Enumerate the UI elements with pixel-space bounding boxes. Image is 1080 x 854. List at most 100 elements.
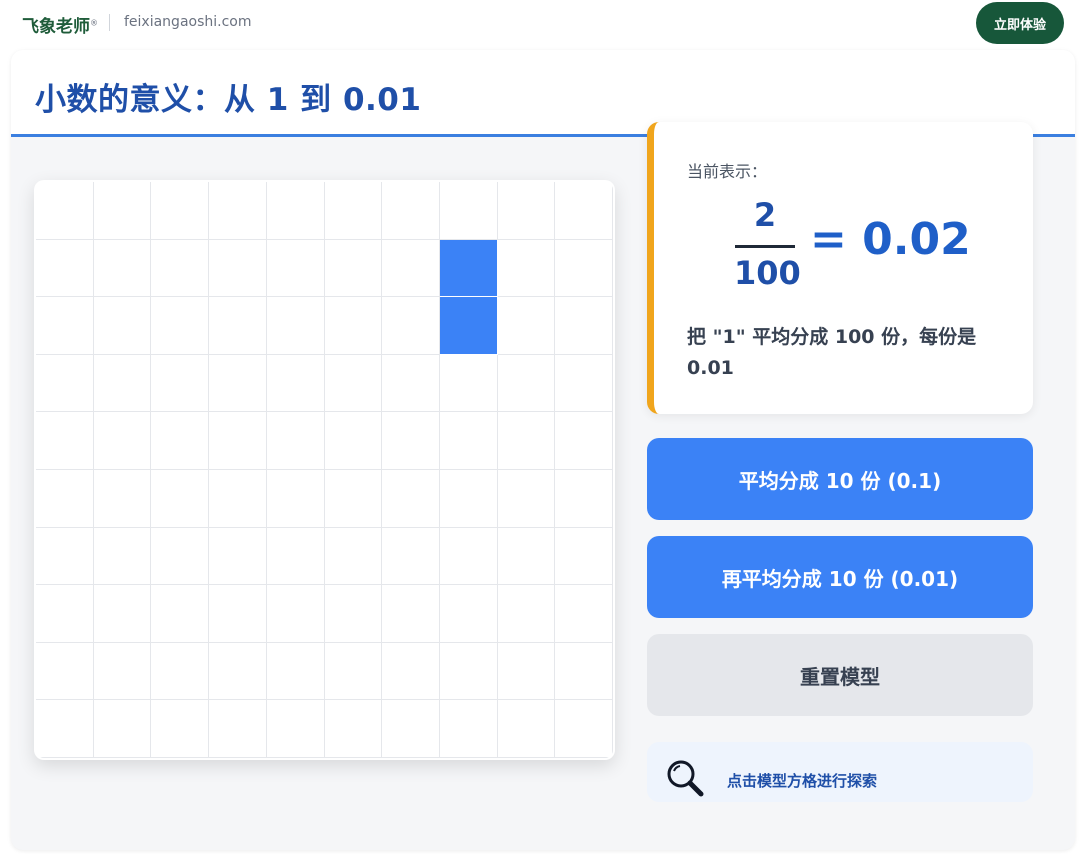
grid-cell[interactable] [209,527,267,586]
grid-cell[interactable] [266,412,325,470]
grid-cell[interactable] [266,527,325,586]
grid-cell[interactable] [209,585,267,643]
grid-cell[interactable] [382,700,440,758]
grid-cell[interactable] [382,585,440,643]
grid-cell[interactable] [555,469,613,528]
grid-cell[interactable] [439,354,498,413]
grid-cell[interactable] [36,585,94,643]
grid-cell[interactable] [324,239,383,298]
grid-cell-filled[interactable] [439,297,498,355]
grid-cell[interactable] [266,182,325,240]
grid-cell[interactable] [151,527,210,586]
grid-cell[interactable] [151,239,210,298]
grid-cell[interactable] [93,469,152,528]
grid-cell[interactable] [209,354,267,413]
grid-cell[interactable] [151,469,210,528]
grid-cell[interactable] [36,642,94,701]
grid-cell[interactable] [324,354,383,413]
grid-cell[interactable] [555,700,613,758]
grid-cell[interactable] [382,354,440,413]
grid-cell[interactable] [382,297,440,355]
grid-cell[interactable] [497,642,556,701]
grid-cell[interactable] [439,469,498,528]
grid-cell[interactable] [93,527,152,586]
split-hundred-button[interactable]: 再平均分成 10 份 (0.01) [647,536,1033,618]
grid-cell[interactable] [555,354,613,413]
grid-cell[interactable] [36,239,94,298]
grid-cell[interactable] [266,297,325,355]
grid-cell[interactable] [324,700,383,758]
grid-cell[interactable] [439,642,498,701]
grid-cell[interactable] [497,469,556,528]
split-ten-button[interactable]: 平均分成 10 份 (0.1) [647,438,1033,520]
grid-cell[interactable] [324,527,383,586]
grid-cell[interactable] [151,354,210,413]
grid-cell[interactable] [266,585,325,643]
grid-cell[interactable] [209,412,267,470]
grid-cell[interactable] [382,642,440,701]
grid-cell[interactable] [266,239,325,298]
grid-cell[interactable] [93,642,152,701]
grid-cell[interactable] [266,642,325,701]
grid-cell[interactable] [439,527,498,586]
grid-cell[interactable] [93,585,152,643]
grid-cell[interactable] [209,700,267,758]
grid-cell[interactable] [555,239,613,298]
grid-cell[interactable] [93,412,152,470]
grid-cell[interactable] [555,642,613,701]
grid-cell[interactable] [555,412,613,470]
grid-cell[interactable] [93,239,152,298]
grid-cell[interactable] [382,182,440,240]
grid-cell[interactable] [36,412,94,470]
grid-cell[interactable] [382,469,440,528]
grid-cell[interactable] [209,239,267,298]
grid-cell[interactable] [324,297,383,355]
grid-cell[interactable] [209,297,267,355]
grid-cell[interactable] [36,182,94,240]
grid-cell[interactable] [151,412,210,470]
grid-cell[interactable] [382,412,440,470]
grid-cell[interactable] [266,700,325,758]
grid-cell[interactable] [497,527,556,586]
grid-cell[interactable] [324,642,383,701]
grid-cell[interactable] [209,469,267,528]
grid-cell[interactable] [93,354,152,413]
try-now-button[interactable]: 立即体验 [976,2,1064,44]
grid-cell[interactable] [497,182,556,240]
grid-cell[interactable] [324,412,383,470]
grid-cell[interactable] [36,354,94,413]
grid-cell[interactable] [266,469,325,528]
grid-cell[interactable] [382,239,440,298]
grid-cell[interactable] [497,700,556,758]
grid-cell[interactable] [497,239,556,298]
grid-cell[interactable] [266,354,325,413]
grid-cell[interactable] [439,182,498,240]
grid-cell[interactable] [151,585,210,643]
grid-cell[interactable] [324,585,383,643]
grid-cell[interactable] [497,354,556,413]
grid-cell[interactable] [497,585,556,643]
grid-cell[interactable] [439,585,498,643]
grid-cell[interactable] [497,297,556,355]
grid-cell[interactable] [36,469,94,528]
grid-cell[interactable] [555,182,613,240]
grid-cell[interactable] [555,297,613,355]
grid-cell[interactable] [151,182,210,240]
grid-cell[interactable] [555,527,613,586]
grid-cell[interactable] [151,642,210,701]
grid-cell[interactable] [151,700,210,758]
grid-cell[interactable] [439,412,498,470]
grid-cell-filled[interactable] [439,239,498,298]
grid-cell[interactable] [93,297,152,355]
grid-cell[interactable] [93,182,152,240]
grid-cell[interactable] [439,700,498,758]
grid-cell[interactable] [209,182,267,240]
grid-cell[interactable] [497,412,556,470]
grid-cell[interactable] [324,469,383,528]
reset-model-button[interactable]: 重置模型 [647,634,1033,716]
grid-cell[interactable] [36,297,94,355]
grid-cell[interactable] [324,182,383,240]
grid-cell[interactable] [36,527,94,586]
grid-cell[interactable] [555,585,613,643]
grid-cell[interactable] [36,700,94,758]
